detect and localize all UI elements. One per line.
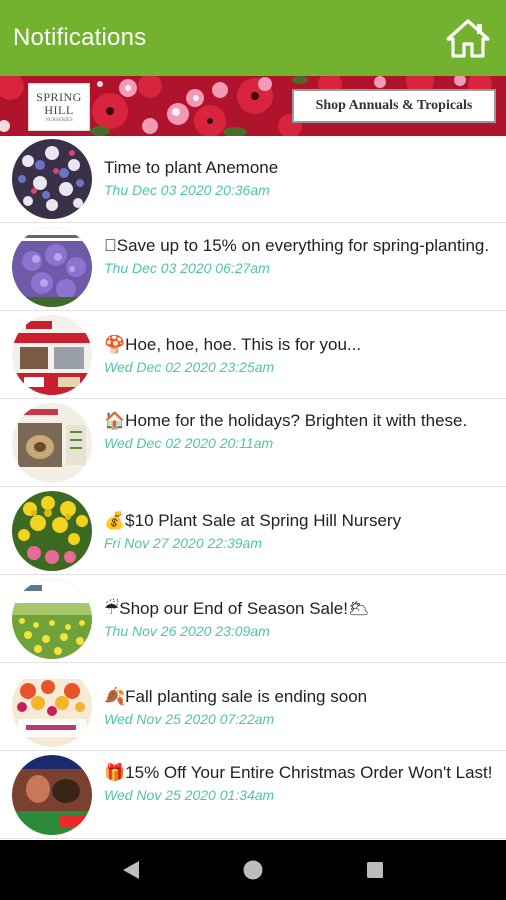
app-bar: Notifications	[0, 0, 506, 76]
notification-item[interactable]: ☔Shop our End of Season Sale!🌥 Thu Nov 2…	[0, 575, 506, 663]
notification-date: Wed Dec 02 2020 20:11am	[104, 435, 274, 451]
notification-date: Thu Dec 03 2020 06:27am	[104, 260, 270, 276]
logo-line-3: NURSERIES	[45, 118, 73, 123]
promo-banner[interactable]: SPRING HILL NURSERIES Shop Annuals & Tro…	[0, 76, 506, 136]
home-circle-icon	[243, 860, 263, 880]
back-icon	[123, 861, 139, 879]
notification-thumbnail	[12, 755, 92, 835]
notification-item[interactable]: 💰$10 Plant Sale at Spring Hill Nursery F…	[0, 487, 506, 575]
page-title: Notifications	[13, 24, 147, 51]
notification-date: Fri Nov 27 2020 22:39am	[104, 535, 262, 551]
system-nav-bar	[0, 840, 506, 900]
home-nav-button[interactable]	[229, 846, 277, 894]
shop-annuals-button[interactable]: Shop Annuals & Tropicals	[292, 89, 496, 123]
notification-item[interactable]: 🍂Fall planting sale is ending soon Wed N…	[0, 663, 506, 751]
notification-thumbnail	[12, 579, 92, 659]
notification-message: 🍄Hoe, hoe, hoe. This is for you...	[104, 335, 362, 354]
notification-thumbnail	[12, 227, 92, 307]
notification-message: 🎁15% Off Your Entire Christmas Order Won…	[104, 763, 493, 782]
notification-item[interactable]: Time to plant Anemone Thu Dec 03 2020 20…	[0, 136, 506, 223]
notification-date: Wed Dec 02 2020 23:25am	[104, 359, 275, 375]
home-icon	[446, 19, 490, 58]
notification-message:  Save up to 15% on everything for spring…	[104, 236, 490, 255]
home-button[interactable]	[444, 14, 492, 62]
notification-message: Time to plant Anemone	[104, 158, 279, 177]
notification-message: 🏠Home for the holidays? Brighten it with…	[104, 411, 468, 430]
logo-line-2: HILL	[44, 103, 74, 117]
notification-item[interactable]: 🎁15% Off Your Entire Christmas Order Won…	[0, 751, 506, 839]
notification-message: 💰$10 Plant Sale at Spring Hill Nursery	[104, 511, 402, 530]
spring-hill-logo: SPRING HILL NURSERIES	[28, 83, 90, 131]
notification-thumbnail	[12, 139, 92, 219]
notification-date: Thu Dec 03 2020 20:36am	[104, 182, 270, 198]
notification-item[interactable]:  Save up to 15% on everything for spring…	[0, 223, 506, 311]
logo-line-1: SPRING	[36, 90, 82, 104]
recents-icon	[367, 862, 383, 878]
notification-date: Wed Nov 25 2020 01:34am	[104, 787, 275, 803]
notification-message: ☔Shop our End of Season Sale!🌥	[104, 599, 370, 618]
notification-date: Thu Nov 26 2020 23:09am	[104, 623, 270, 639]
notification-message: 🍂Fall planting sale is ending soon	[104, 687, 368, 706]
notification-thumbnail	[12, 403, 92, 483]
back-button[interactable]	[107, 846, 155, 894]
notification-list[interactable]: Time to plant Anemone Thu Dec 03 2020 20…	[0, 136, 506, 840]
recents-button[interactable]	[351, 846, 399, 894]
notification-thumbnail	[12, 315, 92, 395]
notification-item[interactable]: 🏠Home for the holidays? Brighten it with…	[0, 399, 506, 487]
notification-thumbnail	[12, 667, 92, 747]
notification-date: Wed Nov 25 2020 07:22am	[104, 711, 275, 727]
notification-item[interactable]: 🍄Hoe, hoe, hoe. This is for you... Wed D…	[0, 311, 506, 399]
notification-thumbnail	[12, 491, 92, 571]
